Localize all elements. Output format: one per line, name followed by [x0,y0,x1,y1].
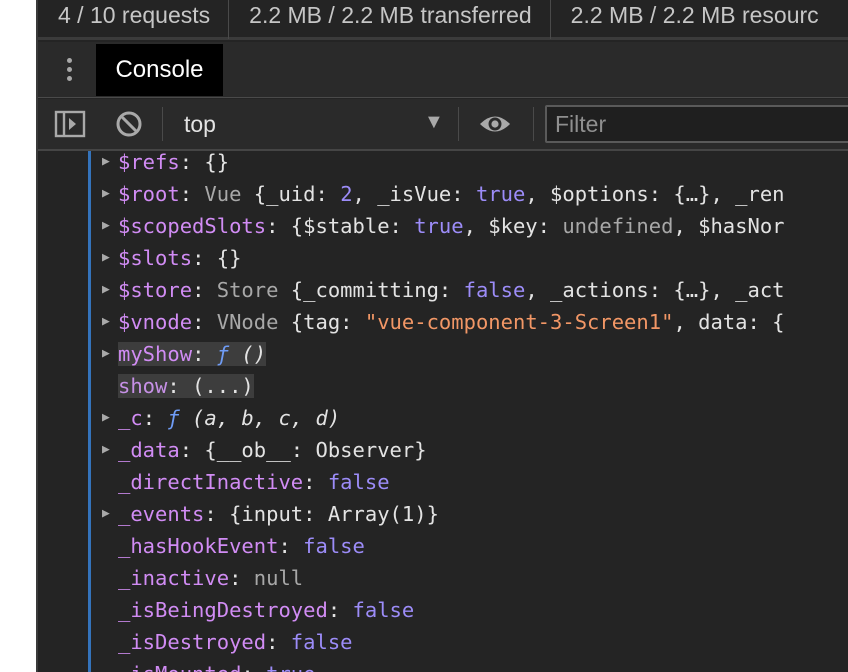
network-summary-bar: 4 / 10 requests 2.2 MB / 2.2 MB transfer… [38,0,848,40]
object-property-row: _directInactive: false [118,470,390,494]
invoke-getter[interactable]: (...) [192,374,254,398]
toolbar-divider [533,107,534,141]
drawer-tab-bar: Console [38,42,848,98]
expand-triangle-icon[interactable]: ▶ [102,402,110,434]
object-property-row[interactable]: ▶ $vnode: VNode {tag: "vue-component-3-Sc… [102,306,785,338]
group-indent-bar [88,151,91,672]
expand-triangle-icon[interactable]: ▶ [102,151,110,178]
expand-triangle-icon[interactable]: ▶ [102,498,110,530]
object-property-row[interactable]: ▶ $store: Store {_committing: false, _act… [102,274,785,306]
object-property-row[interactable]: ▶ $scopedSlots: {$stable: true, $key: und… [102,210,785,242]
devtools-panel: 4 / 10 requests 2.2 MB / 2.2 MB transfer… [36,0,848,672]
object-property-row: _isDestroyed: false [118,630,353,654]
expand-triangle-icon[interactable]: ▶ [102,306,110,338]
triangle-down-icon[interactable]: ▼ [424,111,444,134]
filter-input[interactable] [545,105,848,143]
object-property-row[interactable]: ▶ $refs: {} [102,151,229,178]
object-property-row[interactable]: show: (...) [118,370,254,402]
expand-triangle-icon[interactable]: ▶ [102,434,110,466]
object-property-row[interactable]: ▶ $root: Vue {_uid: 2, _isVue: true, $opt… [102,178,785,210]
expand-triangle-icon[interactable]: ▶ [102,338,110,370]
object-property-row[interactable]: ▶ _events: {input: Array(1)} [102,498,439,530]
expand-triangle-icon[interactable]: ▶ [102,242,110,274]
show-sidebar-icon[interactable] [54,109,86,144]
transferred-size: 2.2 MB / 2.2 MB transferred [229,0,551,39]
requests-count: 4 / 10 requests [38,0,230,39]
console-output: ▶ $refs: {} ▶ $root: Vue {_uid: 2, _isVue:… [38,151,848,672]
object-property-row: _isMounted: true [118,658,315,672]
resources-size: 2.2 MB / 2.2 MB resourc [570,1,819,28]
clear-console-icon[interactable] [114,109,144,144]
expand-triangle-icon[interactable]: ▶ [102,210,110,242]
toolbar-divider [162,107,163,141]
tab-console[interactable]: Console [96,44,223,96]
context-selector[interactable]: top [184,99,216,149]
page-margin [0,0,36,672]
expand-triangle-icon[interactable]: ▶ [102,274,110,306]
object-property-row: _hasHookEvent: false [118,534,365,558]
object-property-row[interactable]: ▶ _c: ƒ (a, b, c, d) [102,402,340,434]
object-property-row[interactable]: ▶ _data: {__ob__: Observer} [102,434,427,466]
object-property-row[interactable]: ▶ $slots: {} [102,242,241,274]
kebab-menu-icon[interactable] [62,55,76,85]
expand-triangle-icon[interactable]: ▶ [102,178,110,210]
console-toolbar: top ▼ [38,99,848,151]
object-property-row: _inactive: null [118,566,304,590]
object-property-row: _isBeingDestroyed: false [118,598,415,622]
eye-icon[interactable] [478,111,512,142]
toolbar-divider [458,107,459,141]
object-property-row[interactable]: ▶ myShow: ƒ () [102,338,267,370]
